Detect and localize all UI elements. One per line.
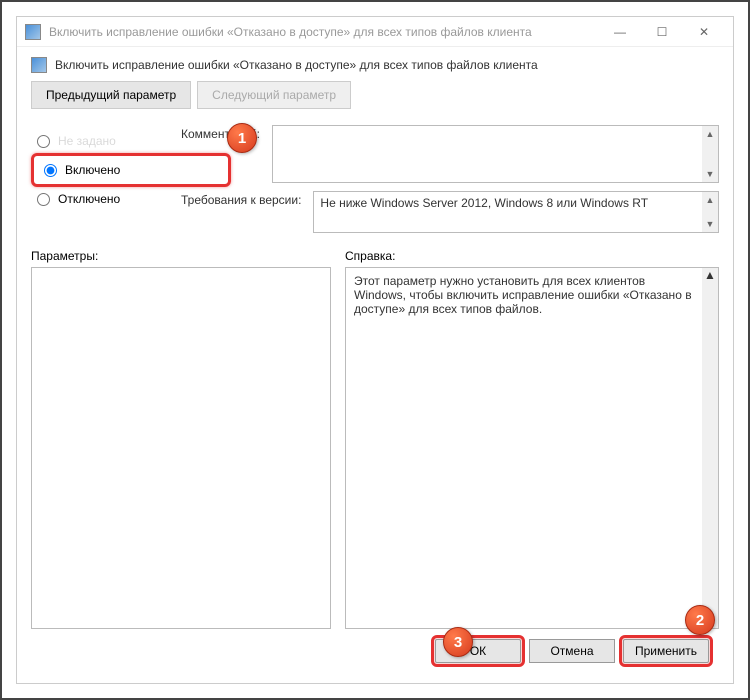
- next-setting-button: Следующий параметр: [197, 81, 351, 109]
- radio-disabled-label: Отключено: [58, 192, 120, 206]
- maximize-button[interactable]: ☐: [641, 18, 683, 46]
- minimize-button[interactable]: —: [599, 18, 641, 46]
- scroll-up-icon[interactable]: ▲: [706, 126, 715, 142]
- apply-button[interactable]: Применить: [623, 639, 709, 663]
- requirements-text: Не ниже Windows Server 2012, Windows 8 и…: [320, 196, 648, 210]
- annotation-badge-1: 1: [227, 123, 257, 153]
- scrollbar[interactable]: ▲ ▼: [702, 268, 718, 628]
- scroll-up-icon[interactable]: ▲: [706, 192, 715, 208]
- policy-title: Включить исправление ошибки «Отказано в …: [55, 58, 538, 72]
- policy-icon: [31, 57, 47, 73]
- annotation-badge-3: 3: [443, 627, 473, 657]
- radio-enabled-label: Включено: [65, 163, 120, 177]
- comment-textarea[interactable]: ▲ ▼: [272, 125, 719, 183]
- help-panel: Этот параметр нужно установить для всех …: [345, 267, 719, 629]
- scroll-down-icon[interactable]: ▼: [706, 216, 715, 232]
- options-label: Параметры:: [31, 249, 331, 263]
- options-panel: [31, 267, 331, 629]
- scrollbar[interactable]: ▲ ▼: [702, 192, 718, 232]
- scrollbar[interactable]: ▲ ▼: [702, 126, 718, 182]
- dialog-window: Включить исправление ошибки «Отказано в …: [16, 16, 734, 684]
- scroll-down-icon[interactable]: ▼: [706, 166, 715, 182]
- radio-not-configured-input[interactable]: [37, 135, 50, 148]
- window-title: Включить исправление ошибки «Отказано в …: [49, 25, 599, 39]
- policy-icon: [25, 24, 41, 40]
- radio-disabled[interactable]: Отключено: [31, 187, 331, 211]
- radio-enabled-input[interactable]: [44, 164, 57, 177]
- help-text: Этот параметр нужно установить для всех …: [354, 274, 692, 316]
- policy-header: Включить исправление ошибки «Отказано в …: [31, 57, 719, 73]
- requirements-box: Не ниже Windows Server 2012, Windows 8 и…: [313, 191, 719, 233]
- previous-setting-button[interactable]: Предыдущий параметр: [31, 81, 191, 109]
- annotation-badge-2: 2: [685, 605, 715, 635]
- help-label: Справка:: [345, 249, 719, 263]
- radio-enabled[interactable]: Включено: [38, 158, 224, 182]
- scroll-up-icon[interactable]: ▲: [704, 268, 716, 282]
- radio-disabled-input[interactable]: [37, 193, 50, 206]
- close-button[interactable]: ✕: [683, 18, 725, 46]
- radio-not-configured-label: Не задано: [58, 134, 116, 148]
- titlebar: Включить исправление ошибки «Отказано в …: [17, 17, 733, 47]
- cancel-button[interactable]: Отмена: [529, 639, 615, 663]
